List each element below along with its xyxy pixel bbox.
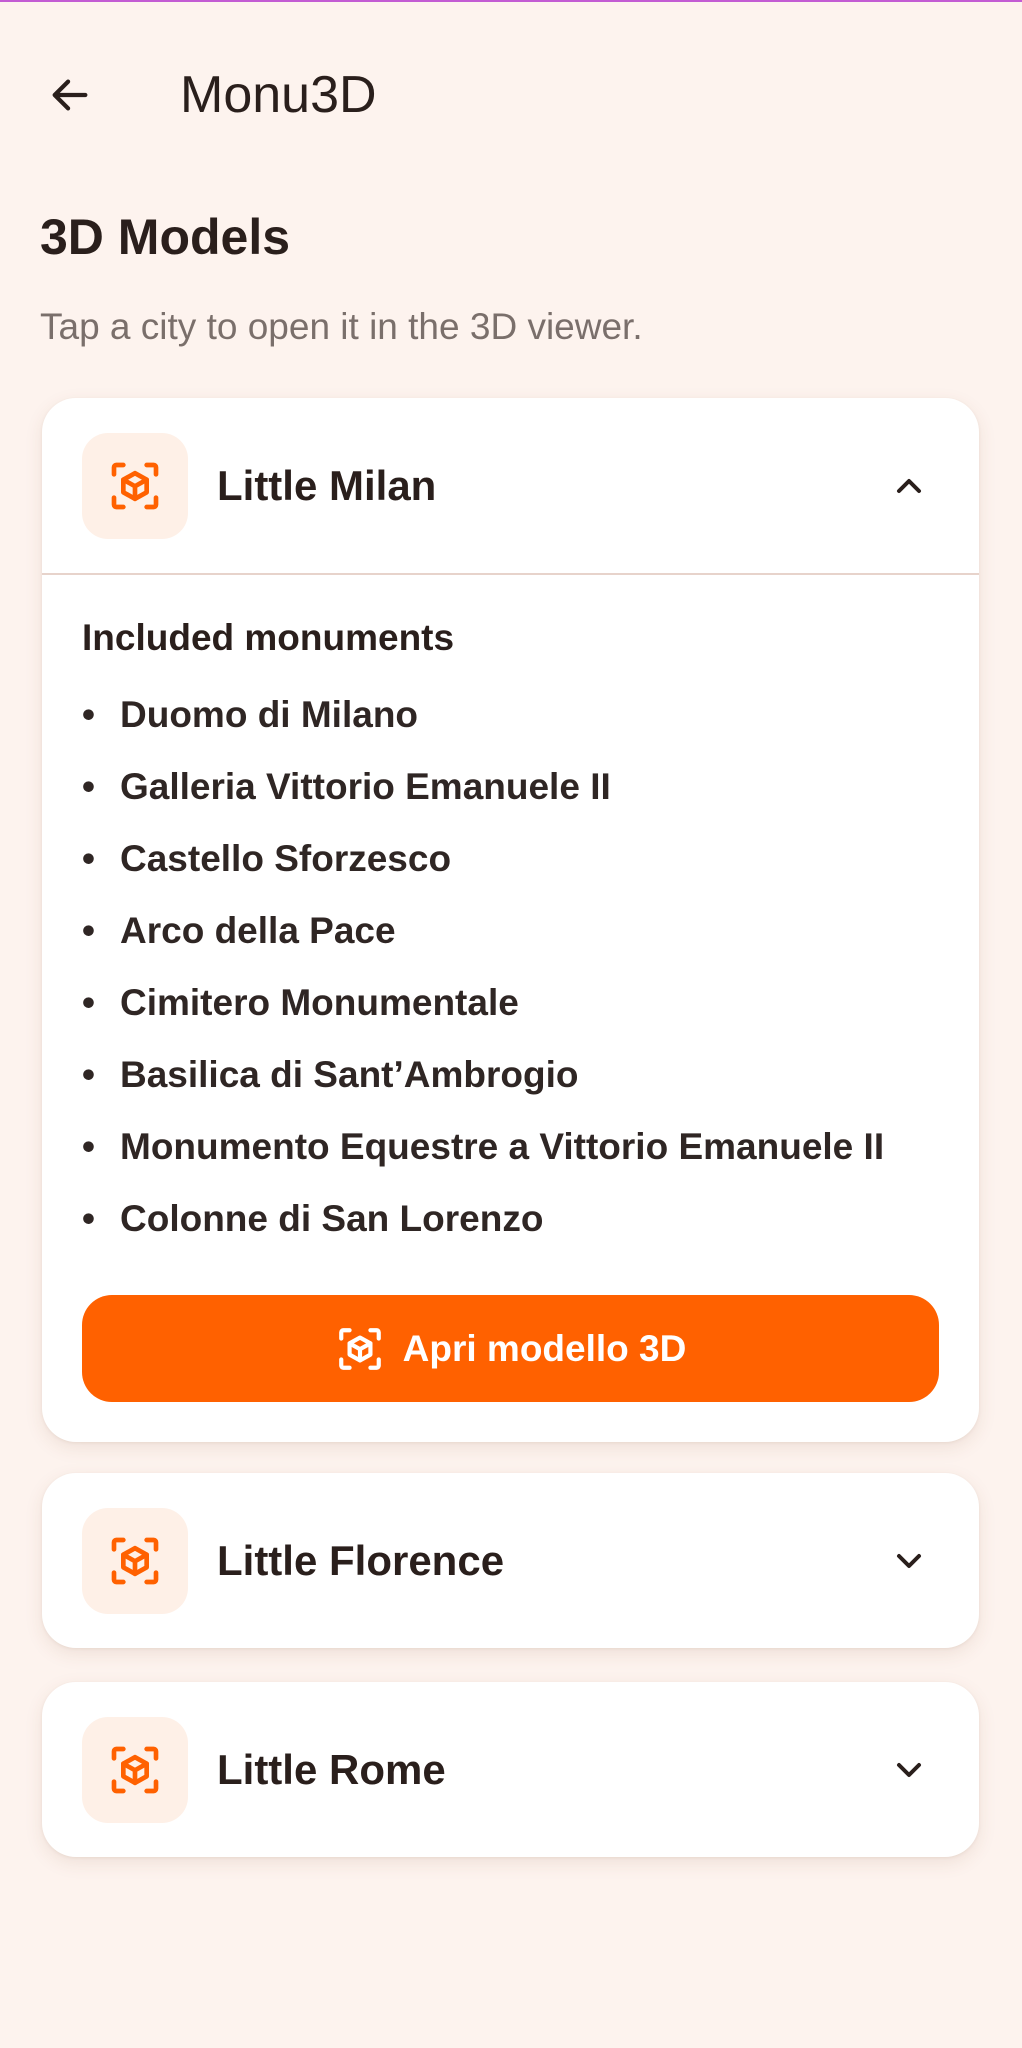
- cube-scan-icon: [111, 1746, 159, 1793]
- city-card-header[interactable]: Little Florence: [42, 1473, 979, 1648]
- icon-tile: [82, 1507, 188, 1614]
- page-subtitle: Tap a city to open it in the 3D viewer.: [40, 306, 643, 347]
- app-bar: Monu3D: [0, 40, 1022, 150]
- page-title: 3D Models: [40, 209, 291, 265]
- city-card-little-milan: Little Milan Included monuments • Duomo d…: [42, 398, 979, 1442]
- open-3d-model-label: Apri modello 3D: [402, 1327, 687, 1369]
- cube-scan-icon: [338, 1327, 381, 1370]
- list-item: • Duomo di Milano: [82, 694, 419, 735]
- monument-list: • Duomo di Milano • Galleria Vittorio Eman…: [82, 679, 939, 1255]
- back-button[interactable]: [30, 55, 110, 135]
- included-monuments-heading: Included monuments: [82, 617, 455, 658]
- chevron-up-icon[interactable]: [879, 456, 939, 516]
- app-title: Monu3D: [180, 66, 377, 124]
- chevron-down-icon[interactable]: [879, 1740, 939, 1800]
- arrow-left-icon: [52, 79, 88, 111]
- city-card-header[interactable]: Little Milan: [42, 398, 979, 573]
- list-item: • Monumento Equestre a Vittorio Emanuele …: [82, 1126, 885, 1167]
- list-item: • Castello Sforzesco: [82, 838, 452, 879]
- list-item: • Arco della Pace: [82, 910, 396, 951]
- city-card-header[interactable]: Little Rome: [42, 1682, 979, 1857]
- city-card-little-rome: Little Rome: [42, 1682, 979, 1857]
- city-card-body: Included monuments • Duomo di Milano • Gal…: [42, 575, 979, 1442]
- city-card-little-florence: Little Florence: [42, 1473, 979, 1648]
- city-name: Little Milan: [217, 461, 437, 509]
- list-item: • Colonne di San Lorenzo: [82, 1198, 544, 1239]
- list-item: • Galleria Vittorio Emanuele II: [82, 766, 611, 807]
- icon-tile: [82, 432, 188, 539]
- city-name: Little Rome: [217, 1745, 446, 1793]
- city-name: Little Florence: [217, 1536, 505, 1584]
- list-item: • Basilica di Sant’Ambrogio: [82, 1054, 579, 1095]
- list-item: • Cimitero Monumentale: [82, 982, 519, 1023]
- status-edge: [0, 0, 1022, 2]
- chevron-down-icon[interactable]: [879, 1531, 939, 1591]
- open-3d-model-button[interactable]: Apri modello 3D: [82, 1295, 939, 1402]
- cube-scan-icon: [111, 1537, 159, 1584]
- cube-scan-icon: [111, 462, 159, 509]
- icon-tile: [82, 1716, 188, 1823]
